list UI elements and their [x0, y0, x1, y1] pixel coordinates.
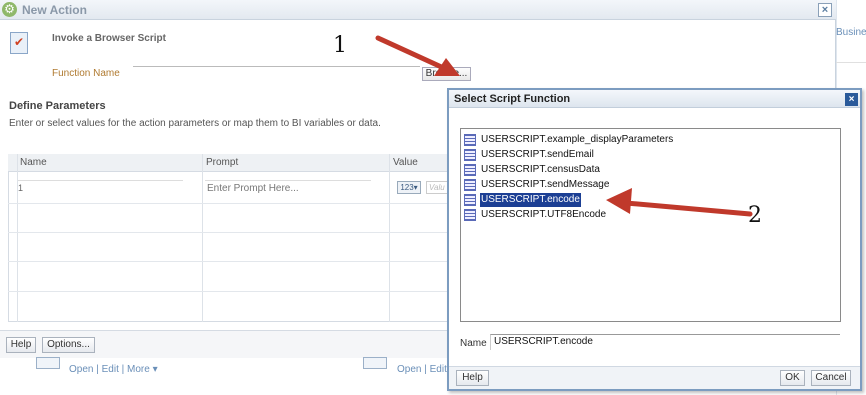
script-function-label: USERSCRIPT.sendEmail — [481, 149, 594, 160]
script-function-label: USERSCRIPT.encode — [480, 193, 581, 207]
param-prompt-field[interactable]: Enter Prompt Here... — [207, 183, 299, 194]
background-divider — [836, 62, 866, 63]
background-business-text: Busine — [836, 27, 866, 38]
script-function-label: USERSCRIPT.example_displayParameters — [481, 134, 674, 145]
annotation-arrow-1 — [375, 35, 460, 76]
script-function-label: USERSCRIPT.sendMessage — [481, 179, 610, 190]
dialog-title: New Action — [22, 3, 87, 17]
script-file-icon — [464, 179, 476, 191]
define-parameters-description: Enter or select values for the action pa… — [9, 118, 381, 129]
function-name-label: Name — [460, 338, 487, 349]
column-header-name: Name — [20, 157, 47, 168]
table-row-divider — [8, 232, 448, 233]
define-parameters-title: Define Parameters — [9, 100, 106, 112]
param-prompt-field-border — [205, 180, 371, 181]
close-icon[interactable]: × — [845, 93, 858, 106]
popup-help-button[interactable]: Help — [456, 370, 489, 386]
function-name-field[interactable]: USERSCRIPT.encode — [490, 334, 840, 350]
param-name-field-border — [18, 180, 183, 181]
table-row-divider — [8, 261, 448, 262]
param-value-field[interactable]: Valu — [426, 181, 448, 194]
annotation-arrow-2 — [606, 188, 753, 217]
column-header-prompt: Prompt — [206, 157, 239, 168]
value-type-dropdown[interactable]: 123▾ — [397, 181, 421, 194]
ok-button[interactable]: OK — [780, 370, 805, 386]
action-type-heading: Invoke a Browser Script — [52, 33, 166, 44]
cancel-button[interactable]: Cancel — [811, 370, 851, 386]
script-file-icon — [464, 194, 476, 206]
script-file-icon — [464, 209, 476, 221]
dashboard-icon — [363, 357, 387, 369]
script-file-icon — [464, 134, 476, 146]
annotation-step-1: 1 — [333, 33, 347, 58]
table-row-divider — [8, 203, 448, 204]
column-header-value: Value — [393, 157, 418, 168]
background-item-links[interactable]: Open | Edit | More ▾ — [69, 364, 158, 375]
close-icon[interactable]: × — [818, 3, 832, 17]
script-function-label: USERSCRIPT.censusData — [481, 164, 600, 175]
script-file-icon — [464, 164, 476, 176]
script-file-icon — [464, 149, 476, 161]
param-name-field[interactable]: 1 — [18, 183, 23, 193]
table-divider — [389, 154, 390, 322]
dashboard-icon — [36, 357, 60, 369]
popup-title: Select Script Function — [454, 93, 571, 105]
script-function-label: USERSCRIPT.UTF8Encode — [481, 209, 607, 220]
options-button[interactable]: Options... — [42, 337, 95, 353]
help-button[interactable]: Help — [6, 337, 36, 353]
table-row-divider — [8, 291, 448, 292]
table-divider — [202, 154, 203, 322]
function-name-label: Function Name — [52, 68, 120, 79]
gear-icon: ⚙ — [2, 2, 17, 17]
browser-script-icon: ✔ — [10, 32, 28, 54]
new-action-titlebar — [0, 0, 836, 20]
